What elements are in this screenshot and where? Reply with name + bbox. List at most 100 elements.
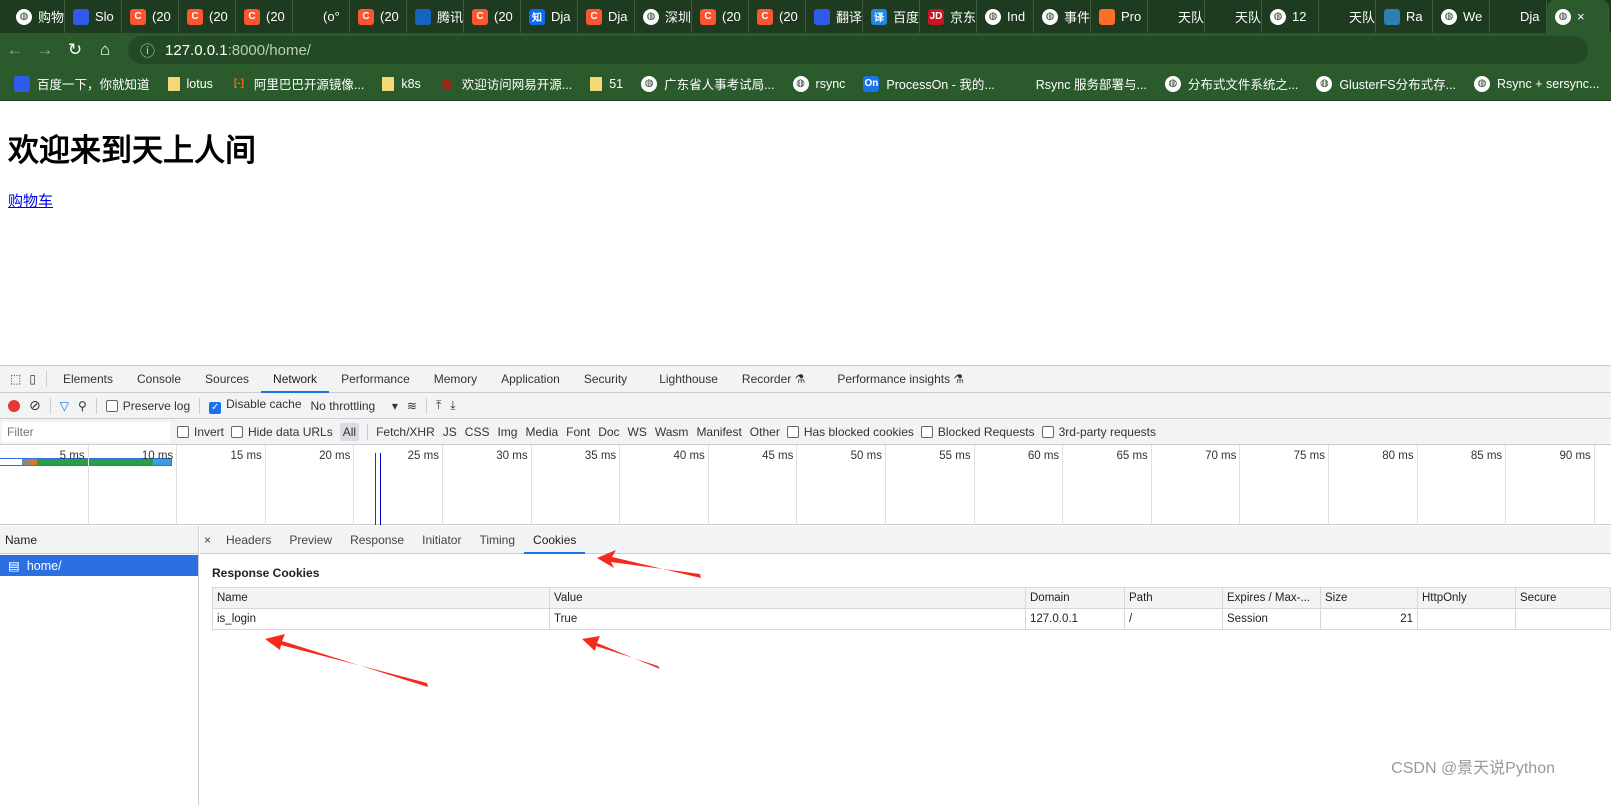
browser-tab[interactable]: ◍ 购物 <box>8 0 65 33</box>
filter-type-ws[interactable]: WS <box>628 425 647 439</box>
back-icon[interactable]: ← <box>0 40 30 60</box>
home-icon[interactable]: ⌂ <box>90 40 120 60</box>
filter-type-fetch-xhr[interactable]: Fetch/XHR <box>376 425 435 439</box>
browser-tab[interactable]: 翻译 <box>806 0 863 33</box>
cart-link[interactable]: 购物车 <box>8 190 53 211</box>
devtools-tab-elements[interactable]: Elements <box>51 366 125 393</box>
bookmark-item[interactable]: 百度一下，你就知道 <box>14 74 150 93</box>
browser-tab[interactable]: 天队 <box>1148 0 1205 33</box>
browser-tab[interactable]: 天队 <box>1319 0 1376 33</box>
column-header[interactable]: Path <box>1124 587 1223 609</box>
column-header[interactable]: Value <box>549 587 1026 609</box>
request-row[interactable]: ▤ home/ <box>0 555 198 576</box>
browser-tab[interactable]: ◍ 12 <box>1262 0 1319 33</box>
browser-tab[interactable]: 知 Dja <box>521 0 578 33</box>
network-overview-timeline[interactable]: 5 ms 10 ms 15 ms 20 ms 25 ms 30 ms 35 ms 40 ms 4… <box>0 445 1611 525</box>
browser-tab[interactable]: C (20 <box>236 0 293 33</box>
bookmark-item[interactable]: Rsync 服务部署与... <box>1013 74 1147 93</box>
detail-tab-initiator[interactable]: Initiator <box>413 526 470 554</box>
devtools-tab-console[interactable]: Console <box>125 366 193 393</box>
column-header[interactable]: Size <box>1320 587 1418 609</box>
third-party-checkbox[interactable]: 3rd-party requests <box>1041 425 1156 439</box>
browser-tab[interactable]: C (20 <box>464 0 521 33</box>
devtools-tab-performance[interactable]: Performance <box>329 366 422 393</box>
devtools-tab-sources[interactable]: Sources <box>193 366 261 393</box>
bookmark-item[interactable]: ◍ rsync <box>792 75 845 92</box>
browser-tab[interactable]: Slo <box>65 0 122 33</box>
disable-cache-checkbox[interactable]: ✓ Disable cache <box>209 397 302 414</box>
devtools-tab-application[interactable]: Application <box>489 366 572 393</box>
address-bar[interactable]: ⓘ 127.0.0.1:8000/home/ <box>128 36 1588 64</box>
filter-type-manifest[interactable]: Manifest <box>696 425 741 439</box>
browser-tab[interactable]: ◍ We <box>1433 0 1490 33</box>
detail-tab-headers[interactable]: Headers <box>217 526 280 554</box>
reload-icon[interactable]: ↻ <box>60 40 90 60</box>
hide-data-urls-checkbox[interactable]: Hide data URLs <box>231 425 333 439</box>
browser-tab[interactable]: 腾讯 <box>407 0 464 33</box>
bookmark-item[interactable]: 51 <box>590 76 623 91</box>
devtools-tab-security[interactable]: Security <box>572 366 639 393</box>
export-har-icon[interactable]: ⤓ <box>450 398 455 413</box>
browser-tab[interactable]: ◍ 深圳 <box>635 0 692 33</box>
cookie-row[interactable]: is_login True 127.0.0.1/Session 21 <box>212 608 1611 630</box>
bookmark-item[interactable]: ◍ GlusterFS分布式存... <box>1316 74 1456 93</box>
bookmark-item[interactable]: 易欢迎访问网易开源... <box>439 74 572 93</box>
detail-tab-cookies[interactable]: Cookies <box>524 526 586 554</box>
detail-tab-timing[interactable]: Timing <box>470 526 524 554</box>
browser-tab[interactable]: Ra <box>1376 0 1433 33</box>
device-toolbar-icon[interactable]: ▯ <box>25 366 46 393</box>
browser-tab[interactable]: 译百度 <box>863 0 920 33</box>
blocked-requests-checkbox[interactable]: Blocked Requests <box>920 425 1035 439</box>
filter-icon[interactable]: ▽ <box>60 399 69 413</box>
bookmark-item[interactable]: ◍ 广东省人事考试局... <box>641 74 775 93</box>
filter-type-img[interactable]: Img <box>497 425 517 439</box>
column-header[interactable]: Domain <box>1025 587 1125 609</box>
preserve-log-checkbox[interactable]: Preserve log <box>105 399 190 413</box>
browser-tab[interactable]: C (20 <box>692 0 749 33</box>
devtools-tab-memory[interactable]: Memory <box>422 366 489 393</box>
browser-tab[interactable]: Pro <box>1091 0 1148 33</box>
browser-tab[interactable]: C (20 <box>179 0 236 33</box>
bookmark-item[interactable]: On ProcessOn - 我的... <box>863 74 995 93</box>
browser-tab[interactable]: (o° <box>293 0 350 33</box>
filter-type-wasm[interactable]: Wasm <box>655 425 689 439</box>
filter-type-doc[interactable]: Doc <box>598 425 619 439</box>
bookmark-item[interactable]: lotus <box>167 76 213 91</box>
browser-tab[interactable]: 天队 <box>1205 0 1262 33</box>
browser-tab[interactable]: C Dja <box>578 0 635 33</box>
detail-tab-response[interactable]: Response <box>341 526 413 554</box>
browser-tab[interactable]: C (20 <box>350 0 407 33</box>
bookmark-item[interactable]: k8s <box>382 76 421 91</box>
filter-input[interactable] <box>2 421 170 442</box>
column-header[interactable]: Name <box>212 587 550 609</box>
invert-checkbox[interactable]: Invert <box>177 425 224 439</box>
search-icon[interactable]: ⚲ <box>78 399 87 413</box>
browser-tab-active[interactable]: ◍ × <box>1547 0 1609 33</box>
filter-type-css[interactable]: CSS <box>465 425 490 439</box>
browser-tab[interactable]: ◍ 事件 <box>1034 0 1091 33</box>
filter-type-font[interactable]: Font <box>566 425 590 439</box>
browser-tab[interactable]: C (20 <box>122 0 179 33</box>
filter-type-all[interactable]: All <box>339 422 360 441</box>
close-detail-icon[interactable]: × <box>200 526 217 554</box>
browser-tab[interactable]: JD 京东 <box>920 0 977 33</box>
browser-tab[interactable]: ◍ Ind <box>977 0 1034 33</box>
devtools-tab-lighthouse[interactable]: Lighthouse <box>647 366 730 393</box>
bookmark-item[interactable]: ◍ 分布式文件系统之... <box>1164 74 1298 93</box>
detail-tab-preview[interactable]: Preview <box>280 526 341 554</box>
network-conditions-icon[interactable]: ≋ <box>407 399 417 413</box>
clear-icon[interactable]: ⊘ <box>29 397 41 414</box>
bookmark-item[interactable]: ◍ Rsync + sersync... <box>1474 75 1599 92</box>
devtools-tab-network[interactable]: Network <box>261 366 330 393</box>
inspect-element-icon[interactable]: ⬚ <box>0 366 25 393</box>
column-header[interactable]: HttpOnly <box>1417 587 1516 609</box>
filter-type-js[interactable]: JS <box>443 425 457 439</box>
forward-icon[interactable]: → <box>30 40 60 60</box>
browser-tab[interactable]: C (20 <box>749 0 806 33</box>
filter-type-media[interactable]: Media <box>525 425 558 439</box>
browser-tab[interactable]: Dja <box>1490 0 1547 33</box>
import-har-icon[interactable]: ⤒ <box>436 398 441 413</box>
devtools-tab-recorder[interactable]: Recorder ⚗ <box>730 366 817 393</box>
bookmark-item[interactable]: [-] 阿里巴巴开源镜像... <box>231 74 364 93</box>
name-column-header[interactable]: Name <box>0 526 198 554</box>
